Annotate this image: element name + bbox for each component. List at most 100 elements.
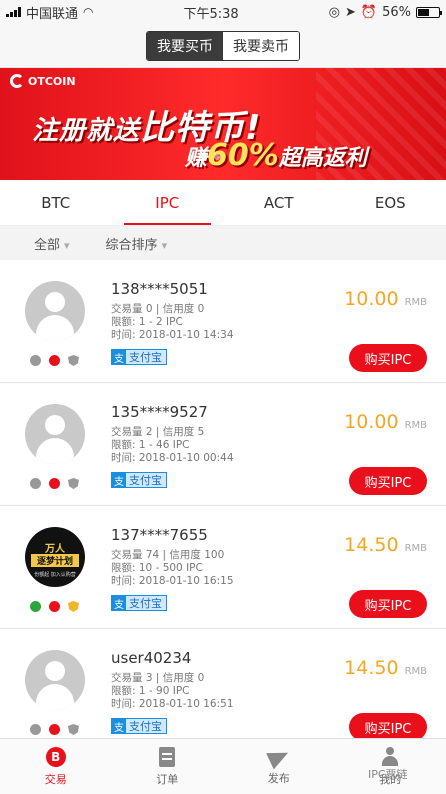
buy-button[interactable]: 购买IPC xyxy=(349,713,427,740)
signal-icon xyxy=(6,7,21,17)
pay-method: 支付宝 xyxy=(129,474,162,487)
listing-row[interactable]: 万人 逐梦计划 份额起 加入认购营 137****7655 交易量 74 | 信用度… xyxy=(0,506,446,629)
sell-tab[interactable]: 我要卖币 xyxy=(223,31,299,60)
price-value: 10.00 xyxy=(344,411,399,433)
promo-banner[interactable]: OTCOIN 注册就送比特币! 赚60%超高返利 xyxy=(0,68,446,180)
identity-badge-icon xyxy=(30,355,41,366)
carousel-dot[interactable] xyxy=(188,154,194,160)
price-value: 14.50 xyxy=(344,657,399,679)
shield-badge-icon xyxy=(68,355,79,366)
buy-tab[interactable]: 我要买币 xyxy=(147,31,223,60)
nav-orders-label: 订单 xyxy=(156,772,179,786)
trade-stats: 交易量 3 | 信用度 0 xyxy=(111,672,205,684)
alipay-badge: 支支付宝 xyxy=(111,472,167,488)
otcoin-logo-icon xyxy=(10,74,24,88)
bitcoin-icon: B xyxy=(45,746,66,767)
medal-badge-icon xyxy=(49,601,60,612)
nav-trade-label: 交易 xyxy=(44,772,67,786)
identity-badge-icon xyxy=(30,478,41,489)
seller-info: 交易量 74 | 信用度 100 限额: 10 - 500 IPC 时间: 2018… xyxy=(111,549,234,588)
tab-btc[interactable]: BTC xyxy=(0,180,112,225)
location-icon: ➤ xyxy=(344,4,356,20)
trade-stats: 交易量 2 | 信用度 5 xyxy=(111,426,205,438)
price: 14.50 RMB xyxy=(344,534,427,556)
alipay-badge: 支支付宝 xyxy=(111,718,167,734)
trade-time: 时间: 2018-01-10 16:51 xyxy=(111,698,234,710)
tab-act[interactable]: ACT xyxy=(223,180,335,225)
trade-stats: 交易量 74 | 信用度 100 xyxy=(111,549,225,561)
medal-badge-icon xyxy=(49,355,60,366)
buy-button[interactable]: 购买IPC xyxy=(349,590,427,618)
trade-limit: 限额: 1 - 46 IPC xyxy=(111,439,190,451)
tab-eos[interactable]: EOS xyxy=(335,180,446,225)
listing-row[interactable]: user40234 交易量 3 | 信用度 0 限额: 1 - 90 IPC 时间:… xyxy=(0,629,446,740)
filter-all-dropdown[interactable]: 全部 xyxy=(34,234,70,253)
tab-ipc[interactable]: IPC xyxy=(112,180,224,225)
paper-plane-icon xyxy=(265,744,292,769)
watermark: IPC票链 xyxy=(368,768,408,781)
trade-time: 时间: 2018-01-10 14:34 xyxy=(111,329,234,341)
alipay-icon: 支 xyxy=(112,350,126,365)
carousel-dots xyxy=(188,154,220,160)
trade-limit: 限额: 10 - 500 IPC xyxy=(111,562,203,574)
price-value: 14.50 xyxy=(344,534,399,556)
pay-method: 支付宝 xyxy=(129,720,162,733)
seller-info: 交易量 3 | 信用度 0 限额: 1 - 90 IPC 时间: 2018-01-1… xyxy=(111,672,234,711)
avatar xyxy=(25,650,85,710)
nav-publish[interactable]: 发布 xyxy=(223,739,335,794)
nav-orders[interactable]: 订单 xyxy=(112,739,224,794)
seller-name: 135****9527 xyxy=(111,403,208,421)
seller-info: 交易量 0 | 信用度 0 限额: 1 - 2 IPC 时间: 2018-01-10… xyxy=(111,303,234,342)
alarm-icon: ⏰ xyxy=(360,4,378,20)
carousel-dot-active[interactable] xyxy=(201,154,207,160)
headline-part-1: 注册就送 xyxy=(32,116,141,146)
seller-name: user40234 xyxy=(111,649,192,667)
price-value: 10.00 xyxy=(344,288,399,310)
price-unit: RMB xyxy=(404,666,427,677)
avatar xyxy=(25,281,85,341)
price-unit: RMB xyxy=(404,543,427,554)
subline-part-3: 超高返利 xyxy=(278,146,367,171)
battery-icon xyxy=(415,6,442,18)
buy-sell-switch: 我要买币 我要卖币 xyxy=(146,30,300,61)
carrier-label: 中国联通 xyxy=(26,6,79,22)
buy-button[interactable]: 购买IPC xyxy=(349,467,427,495)
coin-tabs: BTC IPC ACT EOS xyxy=(0,180,446,226)
badges xyxy=(30,724,79,735)
price-unit: RMB xyxy=(404,420,427,431)
rotation-lock-icon: ◎ xyxy=(328,4,340,20)
alipay-icon: 支 xyxy=(112,473,126,488)
sort-dropdown[interactable]: 综合排序 xyxy=(106,234,168,253)
avatar-text-2: 逐梦计划 xyxy=(31,554,79,567)
trade-time: 时间: 2018-01-10 00:44 xyxy=(111,452,234,464)
alipay-icon: 支 xyxy=(112,719,126,734)
filter-bar: 全部 综合排序 xyxy=(0,226,446,260)
avatar: 万人 逐梦计划份额起 加入认购营 xyxy=(25,527,85,587)
document-icon xyxy=(159,746,176,767)
user-icon xyxy=(380,746,400,767)
shield-badge-icon xyxy=(68,601,79,612)
banner-logo: OTCOIN xyxy=(10,74,76,88)
carousel-dot[interactable] xyxy=(214,154,220,160)
trade-stats: 交易量 0 | 信用度 0 xyxy=(111,303,205,315)
wifi-icon: ◠ xyxy=(83,5,94,19)
medal-badge-icon xyxy=(49,724,60,735)
listing-row[interactable]: 135****9527 交易量 2 | 信用度 5 限额: 1 - 46 IPC 时… xyxy=(0,383,446,506)
medal-badge-icon xyxy=(49,478,60,489)
trade-limit: 限额: 1 - 2 IPC xyxy=(111,316,183,328)
price: 10.00 RMB xyxy=(344,288,427,310)
identity-badge-icon xyxy=(30,724,41,735)
nav-publish-label: 发布 xyxy=(267,771,290,785)
nav-trade[interactable]: B 交易 xyxy=(0,739,112,794)
logo-text: OTCOIN xyxy=(28,74,76,88)
shield-badge-icon xyxy=(68,478,79,489)
avatar-text-3: 份额起 加入认购营 xyxy=(34,572,76,578)
clock: 下午5:38 xyxy=(183,6,239,22)
listing-row[interactable]: 138****5051 交易量 0 | 信用度 0 限额: 1 - 2 IPC 时间… xyxy=(0,260,446,383)
badges xyxy=(30,478,79,489)
badges xyxy=(30,355,79,366)
buy-button[interactable]: 购买IPC xyxy=(349,344,427,372)
trade-time: 时间: 2018-01-10 16:15 xyxy=(111,575,234,587)
status-bar: 中国联通 ◠ 下午5:38 ◎ ➤ ⏰ 56% xyxy=(0,0,446,24)
avatar-text-1: 万人 xyxy=(45,544,65,555)
